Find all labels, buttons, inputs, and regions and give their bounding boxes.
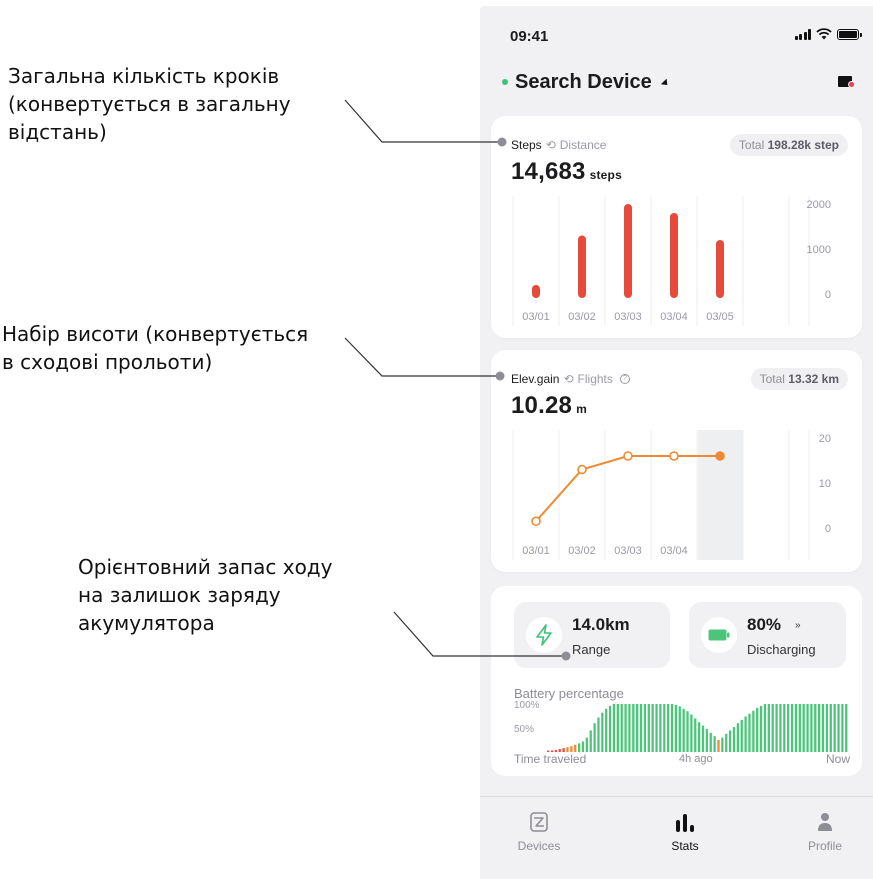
connector-range-dot (561, 651, 571, 661)
connector-range (393, 611, 566, 657)
annotation-connectors (344, 99, 571, 661)
connector-steps (344, 99, 502, 143)
connector-elevation (344, 337, 500, 377)
connector-steps-dot (497, 137, 507, 147)
connector-elevation-dot (495, 371, 505, 381)
